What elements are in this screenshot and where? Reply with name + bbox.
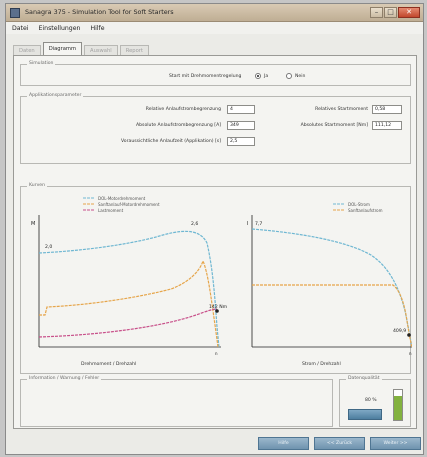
quality-detail-button[interactable]: [348, 409, 382, 420]
load-torque-curve: [38, 308, 218, 338]
application-window: Sanagra 375 - Simulation Tool for Soft S…: [5, 3, 424, 455]
curves-group: Kurven DOL-Motordrehmoment Sanftanlauf-M…: [20, 183, 412, 374]
legend-soft-torque: Sanftanlauf-Motordrehmoment: [98, 202, 160, 207]
absolute-current-limit-field[interactable]: 349: [227, 121, 255, 130]
legend-load-torque: Lastmoment: [98, 208, 124, 213]
info-group: Information / Warnung / Fehler: [20, 376, 333, 427]
quality-level-bar: [393, 389, 403, 421]
right-annotation-nominal: 409,9: [393, 328, 406, 334]
legend-dol-torque: DOL-Motordrehmoment: [98, 196, 146, 201]
dol-current-curve: [251, 228, 412, 348]
radio-ja-label: Ja: [264, 74, 269, 79]
menu-einstellungen[interactable]: Einstellungen: [39, 25, 81, 32]
absolute-start-torque-field[interactable]: 111,12: [372, 121, 402, 130]
menu-hilfe[interactable]: Hilfe: [90, 25, 104, 32]
start-time-label: Voraussichtliche Anlaufzeit (Applikation…: [121, 139, 221, 144]
legend-dol-current: DOL-Strom: [348, 202, 370, 207]
right-x-end-label: n: [409, 351, 412, 356]
nominal-current-marker: [407, 333, 411, 337]
absolute-current-limit-label: Absolute Anlaufstrombegrenzung [A]: [136, 123, 221, 128]
close-icon[interactable]: ✕: [398, 7, 420, 18]
right-x-label: Strom / Drehzahl: [302, 361, 341, 367]
relative-current-limit-field[interactable]: 4: [227, 105, 255, 114]
menu-datei[interactable]: Datei: [12, 25, 29, 32]
help-button[interactable]: Hilfe: [258, 437, 309, 450]
tab-strip: Daten Diagramm Auswahl Report: [13, 42, 149, 56]
right-y-label: I: [247, 221, 248, 227]
maximize-icon[interactable]: □: [384, 7, 397, 18]
quality-group: Datenqualität 80 %: [339, 376, 411, 427]
curves-canvas: DOL-Motordrehmoment Sanftanlauf-Motordre…: [31, 196, 412, 367]
left-x-label: Drehmoment / Drehzahl: [81, 361, 136, 367]
radio-nein-label: Nein: [295, 74, 306, 79]
radio-nein[interactable]: [286, 73, 292, 79]
simulation-group: Simulation Start mit Drehmomentregelung …: [20, 61, 411, 86]
back-button[interactable]: << Zurück: [314, 437, 365, 450]
radio-ja[interactable]: [255, 73, 261, 79]
next-button[interactable]: Weiter >>: [370, 437, 421, 450]
minimize-icon[interactable]: –: [370, 7, 383, 18]
legend-soft-current: Sanftanlaufstrom: [348, 208, 383, 213]
left-y-label: M: [31, 221, 35, 227]
relative-current-limit-label: Relative Anlaufstrombegrenzung: [145, 107, 221, 112]
quality-percent: 80 %: [365, 398, 377, 403]
window-title: Sanagra 375 - Simulation Tool for Soft S…: [25, 8, 174, 16]
torque-control-label: Start mit Drehmomentregelung: [169, 74, 242, 79]
window-controls: – □ ✕: [370, 7, 420, 19]
relative-start-torque-field[interactable]: 0,58: [372, 105, 402, 114]
left-annotation-start: 2,0: [45, 244, 52, 250]
application-params-group: Applikationsparameter Relative Anlaufstr…: [20, 93, 411, 164]
title-bar: Sanagra 375 - Simulation Tool for Soft S…: [6, 4, 423, 22]
start-time-field[interactable]: 2,5: [227, 137, 255, 146]
soft-torque-curve: [39, 259, 219, 348]
absolute-start-torque-label: Absolutes Startmoment [Nm]: [300, 123, 368, 128]
quality-level-fill: [394, 396, 402, 420]
left-annotation-nominal: 142 Nm: [209, 304, 228, 310]
relative-start-torque-label: Relatives Startmoment: [315, 107, 368, 112]
soft-current-curve: [252, 284, 412, 348]
diagram-panel: Simulation Start mit Drehmomentregelung …: [13, 55, 417, 429]
app-icon: [10, 8, 20, 18]
tab-diagramm[interactable]: Diagramm: [42, 42, 83, 56]
menu-bar: Datei Einstellungen Hilfe: [6, 22, 423, 34]
left-x-end-label: n: [215, 351, 218, 356]
right-annotation-start: 7,7: [255, 221, 262, 227]
left-annotation-peak: 2,6: [191, 221, 198, 227]
